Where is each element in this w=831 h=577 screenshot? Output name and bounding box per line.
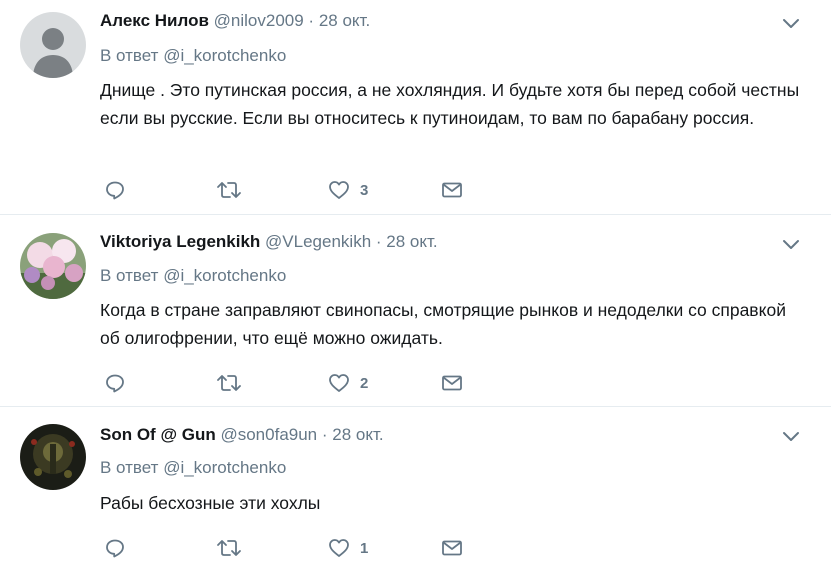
tweet-text: Рабы бесхозные эти хохлы: [100, 493, 321, 513]
reply-icon: [106, 374, 124, 393]
reply-icon: [106, 539, 124, 558]
separator-dot: ·: [321, 425, 328, 444]
retweet-button[interactable]: [216, 371, 242, 395]
tweet-date[interactable]: 28 окт.: [386, 232, 437, 251]
avatar[interactable]: [20, 233, 86, 299]
tweet-header: Son Of @ Gun @son0fa9un · 28 окт.: [100, 424, 384, 446]
avatar[interactable]: [20, 12, 86, 78]
retweet-icon: [217, 182, 241, 198]
chevron-down-icon[interactable]: [780, 425, 802, 447]
direct-message-button[interactable]: [441, 371, 463, 395]
tweet-header: Viktoriya Legenkikh @VLegenkikh · 28 окт…: [100, 231, 438, 253]
direct-message-button[interactable]: [441, 536, 463, 560]
direct-message-button[interactable]: [441, 178, 463, 202]
tweet-actions: 1: [100, 536, 500, 560]
reply-prefix: В ответ: [100, 46, 159, 65]
reply-prefix: В ответ: [100, 266, 159, 285]
dark-scene-avatar-icon: [20, 424, 86, 490]
like-count: 1: [360, 539, 369, 557]
tweet[interactable]: Алекс Нилов @nilov2009 · 28 окт. В ответ…: [0, 0, 831, 214]
reply-prefix: В ответ: [100, 458, 159, 477]
username[interactable]: @son0fa9un: [220, 425, 317, 444]
reply-handle-link[interactable]: @i_korotchenko: [163, 266, 286, 285]
like-button[interactable]: 2: [328, 371, 368, 395]
display-name[interactable]: Алекс Нилов: [100, 11, 209, 30]
reply-context: В ответ @i_korotchenko: [100, 265, 286, 287]
avatar[interactable]: [20, 424, 86, 490]
chevron-down-icon[interactable]: [780, 233, 802, 255]
retweet-icon: [217, 540, 241, 556]
chevron-down-icon[interactable]: [780, 12, 802, 34]
heart-icon: [329, 374, 349, 392]
reply-handle-link[interactable]: @i_korotchenko: [163, 458, 286, 477]
tweet-header: Алекс Нилов @nilov2009 · 28 окт.: [100, 10, 370, 32]
reply-button[interactable]: [104, 536, 126, 560]
tweet[interactable]: Viktoriya Legenkikh @VLegenkikh · 28 окт…: [0, 215, 831, 406]
display-name[interactable]: Viktoriya Legenkikh: [100, 232, 260, 251]
heart-icon: [329, 539, 349, 557]
tweet-date[interactable]: 28 окт.: [319, 11, 370, 30]
heart-icon: [329, 181, 349, 199]
tweet-actions: 3: [100, 178, 500, 202]
like-count: 3: [360, 181, 369, 199]
separator-dot: ·: [375, 232, 382, 251]
retweet-button[interactable]: [216, 178, 242, 202]
tweet-feed: Алекс Нилов @nilov2009 · 28 окт. В ответ…: [0, 0, 831, 577]
tweet-text: Когда в стране заправляют свинопасы, смо…: [100, 300, 786, 348]
tweet-date[interactable]: 28 окт.: [332, 425, 383, 444]
envelope-icon: [442, 182, 462, 198]
envelope-icon: [442, 540, 462, 556]
retweet-button[interactable]: [216, 536, 242, 560]
reply-context: В ответ @i_korotchenko: [100, 45, 286, 67]
default-avatar-icon: [20, 12, 86, 78]
tweet-actions: 2: [100, 371, 500, 395]
tweet[interactable]: Son Of @ Gun @son0fa9un · 28 окт. В отве…: [0, 407, 831, 577]
display-name[interactable]: Son Of @ Gun: [100, 425, 216, 444]
reply-button[interactable]: [104, 371, 126, 395]
reply-context: В ответ @i_korotchenko: [100, 457, 286, 479]
flowers-avatar-icon: [20, 233, 86, 299]
reply-handle-link[interactable]: @i_korotchenko: [163, 46, 286, 65]
like-button[interactable]: 1: [328, 536, 368, 560]
reply-icon: [106, 181, 124, 200]
username[interactable]: @VLegenkikh: [265, 232, 371, 251]
like-button[interactable]: 3: [328, 178, 368, 202]
username[interactable]: @nilov2009: [214, 11, 304, 30]
envelope-icon: [442, 375, 462, 391]
tweet-text: Днище . Это путинская россия, а не хохля…: [100, 80, 800, 128]
retweet-icon: [217, 375, 241, 391]
reply-button[interactable]: [104, 178, 126, 202]
like-count: 2: [360, 374, 369, 392]
separator-dot: ·: [308, 11, 315, 30]
